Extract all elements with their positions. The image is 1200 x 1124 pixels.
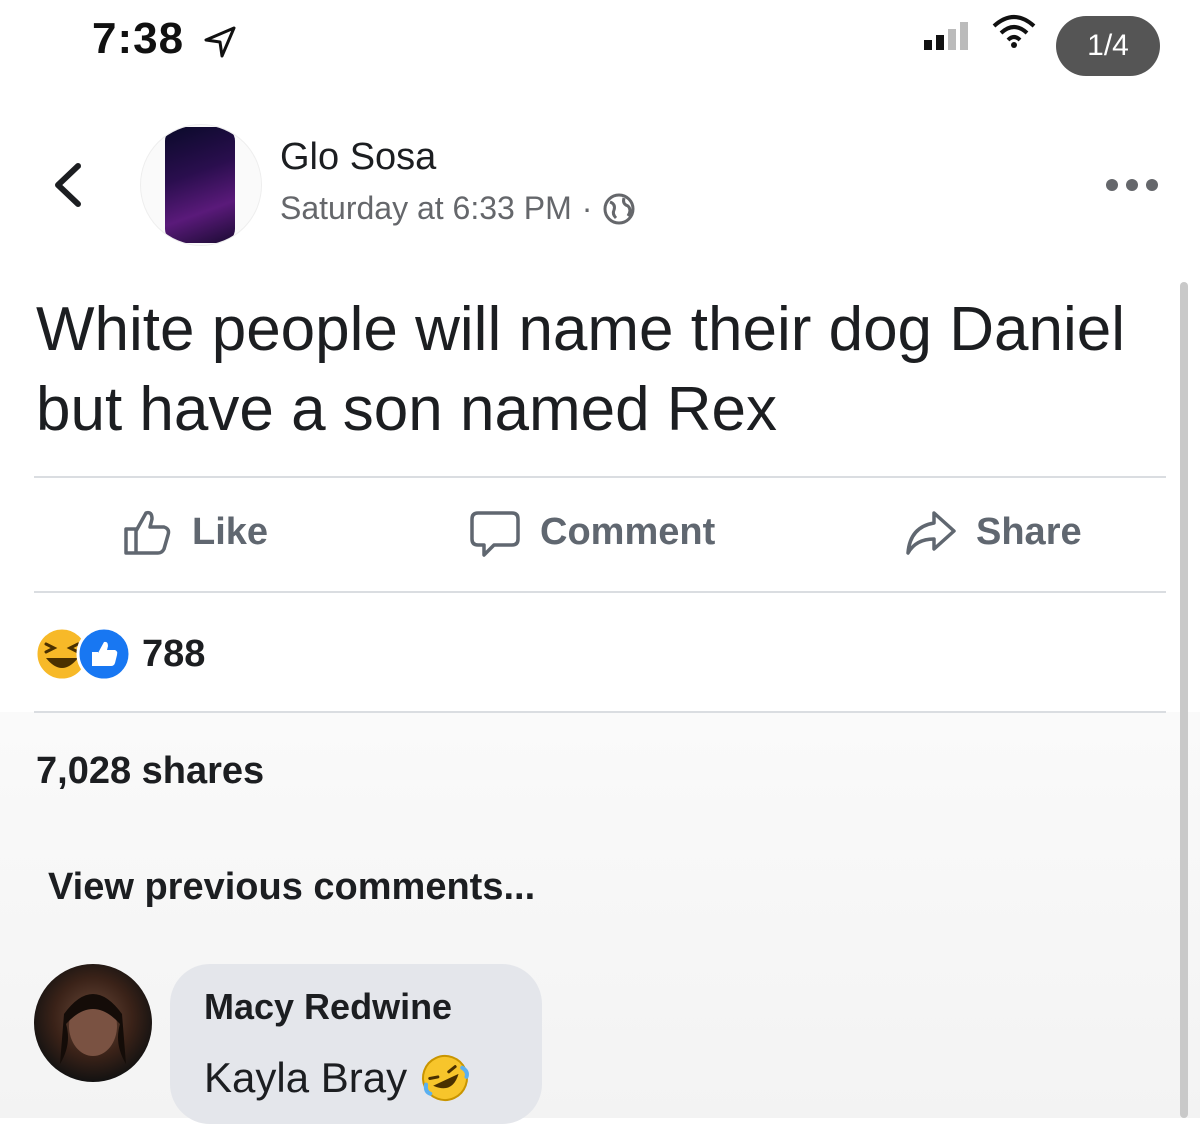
like-label: Like [192, 510, 269, 553]
post-meta: Saturday at 6:33 PM · [280, 190, 636, 227]
post-text: White people will name their dog Daniel … [36, 295, 1126, 444]
wifi-icon [992, 15, 1036, 48]
commenter-name[interactable]: Macy Redwine [204, 986, 452, 1028]
comment-button[interactable]: Comment [468, 505, 715, 559]
commenter-avatar[interactable] [34, 964, 152, 1082]
author-avatar[interactable] [140, 124, 262, 246]
page-indicator-badge: 1/4 [1056, 16, 1160, 76]
rolling-laughing-icon [422, 1055, 470, 1101]
commenter-face-icon [60, 994, 126, 1064]
reactions-summary[interactable]: 788 [34, 626, 205, 682]
thumbs-up-icon [124, 510, 171, 555]
view-previous-comments-link[interactable]: View previous comments... [48, 866, 535, 909]
status-time: 7:38 [92, 14, 185, 63]
comment-bubble-icon [470, 511, 520, 557]
divider [34, 711, 1166, 713]
comment-text: Kayla Bray [204, 1052, 471, 1104]
scrollbar[interactable] [1180, 282, 1188, 1118]
share-label: Share [976, 510, 1082, 553]
like-reaction-icon [76, 626, 132, 682]
comment-label: Comment [540, 510, 716, 553]
comment-mention[interactable]: Kayla Bray [204, 1054, 407, 1102]
like-button[interactable]: Like [120, 505, 268, 559]
shares-count[interactable]: 7,028 shares [36, 750, 264, 793]
divider [34, 591, 1166, 593]
signal-icon [924, 22, 968, 50]
share-arrow-icon [906, 511, 956, 555]
back-chevron-icon[interactable] [50, 160, 86, 210]
meta-separator: · [581, 190, 593, 226]
post-timestamp[interactable]: Saturday at 6:33 PM [280, 190, 572, 227]
reaction-count: 788 [142, 632, 206, 675]
divider [34, 476, 1166, 478]
author-name[interactable]: Glo Sosa [280, 136, 436, 179]
location-arrow-icon [204, 26, 236, 58]
globe-icon [603, 193, 635, 224]
share-button[interactable]: Share [904, 505, 1082, 559]
more-options-icon[interactable] [1104, 178, 1160, 192]
